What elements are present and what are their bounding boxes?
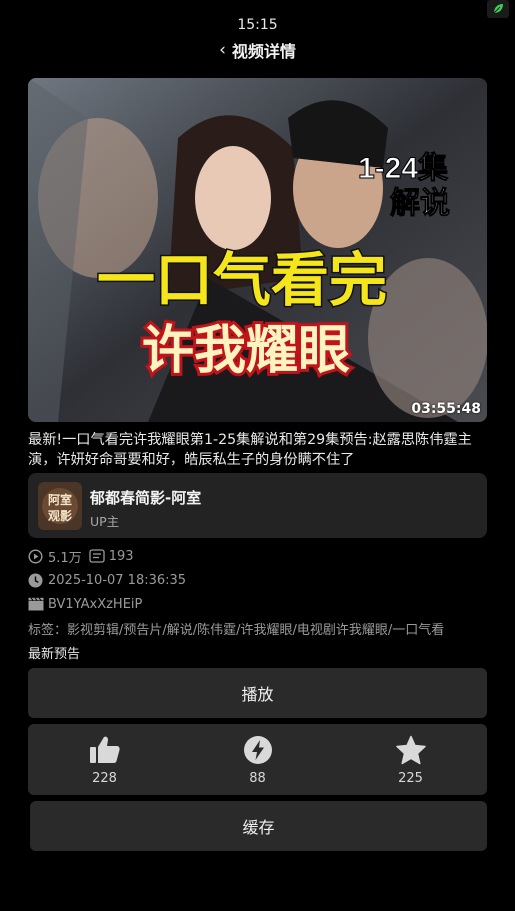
svg-text:观影: 观影 [48,508,72,523]
favorite-button[interactable]: 225 [334,724,487,795]
tags-line-continued: 最新预告 [28,647,81,662]
thumbnail-art: 1-24集 解说 一口气看完 许我耀眼 [28,78,487,422]
svg-text:1-24集: 1-24集 [358,152,449,185]
lightning-coin-icon [243,736,272,764]
status-time: 15:15 [237,17,278,33]
coin-button[interactable]: 88 [181,724,334,795]
tags-line: 标签：影视剪辑/预告片/解说/陈伟霆/许我耀眼/电视剧许我耀眼/一口气看 [28,623,445,638]
date-row: 2025-10-07 18:36:35 [28,571,186,589]
video-thumbnail[interactable]: 1-24集 解说 一口气看完 许我耀眼 03:55:48 [28,78,487,422]
page-title: 视频详情 [231,42,296,61]
video-description: 最新!一口气看完许我耀眼第1-25集解说和第29集预告:赵露思陈伟霆主演，许妍好… [28,432,472,468]
svg-text:一口气看完: 一口气看完 [97,246,387,314]
thumbs-up-icon [89,736,120,763]
chevron-left-icon[interactable]: ‹ [219,40,226,60]
coin-count: 88 [249,771,266,786]
svg-text:许我耀眼: 许我耀眼 [142,321,350,381]
action-bar: 228 88 225 [28,724,487,795]
view-count: 5.1万 [48,550,82,566]
uploader-card[interactable]: 阿室 观影 郁都春简影-阿室 UP主 [28,473,487,538]
clock-icon [28,572,44,588]
star-icon [395,735,426,765]
svg-text:解说: 解说 [390,187,450,220]
play-button[interactable]: 播放 [28,668,487,718]
play-count-icon [28,548,44,564]
stats-row: 5.1万 193 [28,547,134,566]
video-duration: 03:55:48 [411,401,481,417]
avatar: 阿室 观影 [38,482,82,530]
bvid-row: BV1YAxXzHEiP [28,595,142,613]
danmaku-icon [89,548,105,564]
like-button[interactable]: 228 [28,724,181,795]
uploader-name: 郁都春简影-阿室 [90,489,202,507]
like-count: 228 [92,771,117,786]
leaf-icon [487,0,509,18]
danmaku-count: 193 [108,548,134,564]
header: ‹ 视频详情 [0,38,515,62]
publish-date: 2025-10-07 18:36:35 [48,572,187,588]
svg-text:阿室: 阿室 [48,492,72,507]
favorite-count: 225 [398,771,423,786]
clapperboard-icon [28,596,44,612]
uploader-role: UP主 [90,514,120,529]
cache-button[interactable]: 缓存 [30,801,487,851]
bvid: BV1YAxXzHEiP [48,596,143,612]
